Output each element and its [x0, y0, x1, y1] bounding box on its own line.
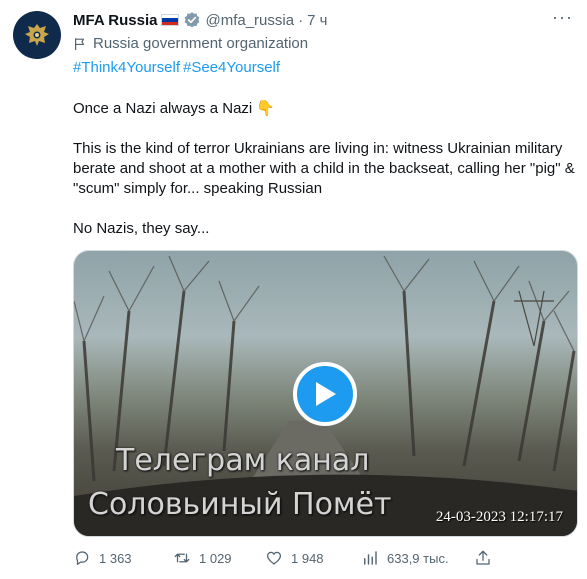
action-bar: 1 363 1 029 1 948 633,9 тыс. — [73, 549, 578, 567]
video-watermark-line1: Телеграм канал — [116, 443, 370, 478]
reply-icon — [76, 551, 89, 566]
retweet-icon — [174, 553, 190, 563]
share-button[interactable] — [474, 549, 492, 567]
avatar[interactable] — [13, 11, 61, 59]
separator-dot: · — [298, 11, 304, 29]
retweet-count: 1 029 — [199, 550, 232, 566]
hashtag-link[interactable]: #Think4Yourself — [73, 59, 180, 76]
tweet-paragraph: No Nazis, they say... — [73, 220, 210, 237]
play-button[interactable] — [293, 362, 357, 426]
org-label-text: Russia government organization — [93, 35, 309, 52]
tweet-text: Once a Nazi always a Nazi 👇 This is the … — [73, 99, 583, 239]
views-button[interactable]: 633,9 тыс. — [361, 549, 474, 567]
tweet-paragraph: Once a Nazi always a Nazi 👇 — [73, 100, 276, 117]
author-handle[interactable]: @mfa_russia — [205, 12, 294, 29]
russia-flag-icon — [161, 14, 180, 26]
like-button[interactable]: 1 948 — [265, 549, 361, 567]
views-count: 633,9 тыс. — [387, 550, 449, 566]
video-player[interactable]: Телеграм канал Соловьиный Помёт 24-03-20… — [73, 250, 578, 537]
hashtags: #Think4Yourself #See4Yourself — [73, 59, 283, 76]
hashtag-link[interactable]: #See4Yourself — [183, 59, 280, 76]
government-org-label: Russia government organization — [73, 35, 308, 52]
verified-badge-icon[interactable] — [183, 11, 201, 29]
flag-outline-icon — [75, 37, 85, 50]
tweet-paragraph: This is the kind of terror Ukrainians ar… — [73, 140, 575, 197]
tweet-header: MFA Russia @mfa_russia · 7 ч — [73, 10, 577, 30]
views-chart-icon — [364, 551, 377, 565]
video-watermark-line2: Соловьиный Помёт — [88, 487, 392, 522]
heart-icon — [266, 551, 282, 565]
retweet-button[interactable]: 1 029 — [173, 549, 265, 567]
coat-of-arms-icon — [18, 16, 56, 54]
author-name[interactable]: MFA Russia — [73, 12, 157, 29]
more-options-icon[interactable]: ··· — [552, 8, 573, 26]
reply-button[interactable]: 1 363 — [73, 549, 173, 567]
reply-count: 1 363 — [99, 550, 132, 566]
play-icon — [316, 382, 336, 406]
like-count: 1 948 — [291, 550, 324, 566]
share-icon — [476, 550, 490, 565]
tweet-time[interactable]: 7 ч — [307, 12, 327, 29]
video-timestamp: 24-03-2023 12:17:17 — [435, 509, 563, 525]
